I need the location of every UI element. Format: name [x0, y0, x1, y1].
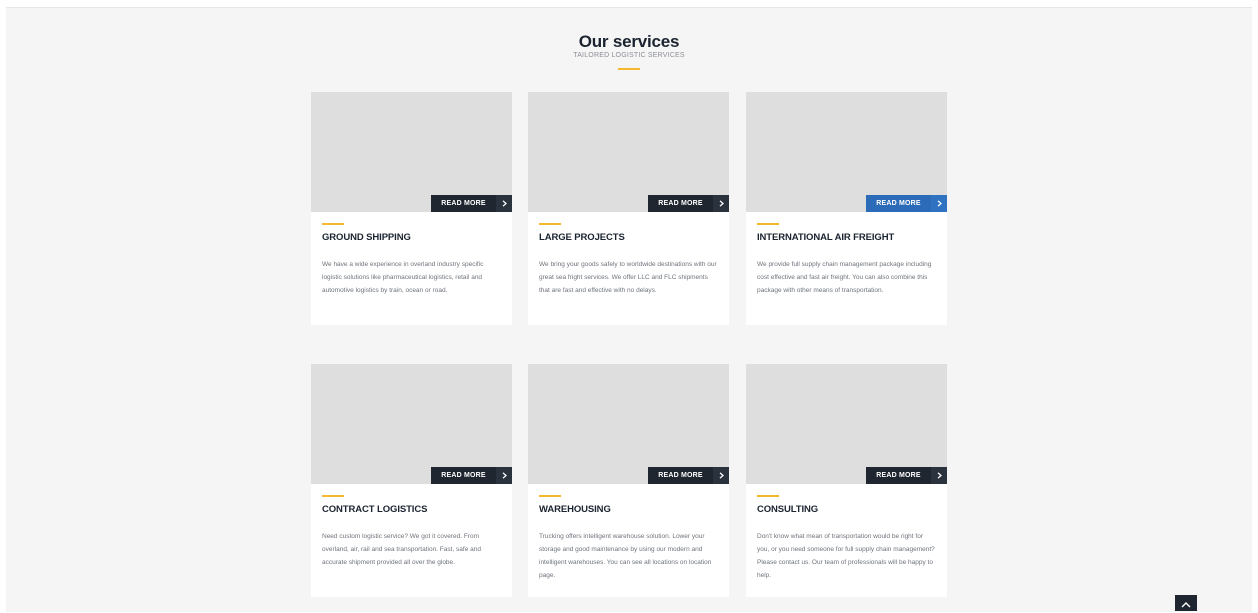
card-accent-line: [757, 223, 779, 225]
chevron-right-icon: [931, 195, 947, 212]
chevron-right-icon: [713, 195, 729, 212]
back-to-top-button[interactable]: [1175, 595, 1197, 611]
service-image-placeholder: READ MORE: [746, 364, 947, 484]
read-more-label: READ MORE: [648, 195, 713, 212]
read-more-label: READ MORE: [431, 195, 496, 212]
read-more-button[interactable]: READ MORE: [866, 467, 947, 484]
service-description: Don't know what mean of transportation w…: [757, 533, 935, 579]
read-more-button[interactable]: READ MORE: [648, 467, 729, 484]
card-accent-line: [322, 495, 344, 497]
card-accent-line: [539, 495, 561, 497]
service-card-ground-shipping: READ MORE GROUND SHIPPING We have a wide…: [311, 92, 512, 325]
service-card-international-air-freight: READ MORE INTERNATIONAL AIR FREIGHT We p…: [746, 92, 947, 325]
chevron-right-icon: [496, 467, 512, 484]
read-more-label: READ MORE: [866, 195, 931, 212]
service-description: Trucking offers intelligent warehouse so…: [539, 533, 712, 579]
title-accent-line: [618, 68, 640, 70]
service-card-large-projects: READ MORE LARGE PROJECTS We bring your g…: [528, 92, 729, 325]
read-more-label: READ MORE: [648, 467, 713, 484]
section-subtitle: TAILORED LOGISTIC SERVICES: [573, 52, 685, 59]
read-more-button[interactable]: READ MORE: [431, 195, 512, 212]
service-title[interactable]: CONTRACT LOGISTICS: [322, 504, 427, 515]
service-title[interactable]: LARGE PROJECTS: [539, 232, 625, 243]
service-description: We have a wide experience in overland in…: [322, 261, 484, 294]
section-title: Our services: [578, 32, 680, 51]
card-accent-line: [539, 223, 561, 225]
service-image-placeholder: READ MORE: [528, 92, 729, 212]
service-title[interactable]: CONSULTING: [757, 504, 818, 515]
read-more-label: READ MORE: [866, 467, 931, 484]
service-card-warehousing: READ MORE WAREHOUSING Trucking offers in…: [528, 364, 729, 597]
service-image-placeholder: READ MORE: [311, 364, 512, 484]
service-card-consulting: READ MORE CONSULTING Don't know what mea…: [746, 364, 947, 597]
chevron-right-icon: [931, 467, 947, 484]
service-title[interactable]: INTERNATIONAL AIR FREIGHT: [757, 232, 894, 243]
service-image-placeholder: READ MORE: [528, 364, 729, 484]
service-image-placeholder: READ MORE: [311, 92, 512, 212]
read-more-button[interactable]: READ MORE: [431, 467, 512, 484]
read-more-label: READ MORE: [431, 467, 496, 484]
chevron-up-icon: [1181, 595, 1191, 613]
service-title[interactable]: WAREHOUSING: [539, 504, 611, 515]
card-accent-line: [322, 223, 344, 225]
read-more-button[interactable]: READ MORE: [648, 195, 729, 212]
service-image-placeholder: READ MORE: [746, 92, 947, 212]
chevron-right-icon: [496, 195, 512, 212]
services-section: Our services TAILORED LOGISTIC SERVICES …: [6, 7, 1252, 612]
chevron-right-icon: [713, 467, 729, 484]
service-description: We provide full supply chain management …: [757, 261, 932, 294]
service-description: Need custom logistic service? We got it …: [322, 533, 481, 566]
read-more-button[interactable]: READ MORE: [866, 195, 947, 212]
service-title[interactable]: GROUND SHIPPING: [322, 232, 411, 243]
service-card-contract-logistics: READ MORE CONTRACT LOGISTICS Need custom…: [311, 364, 512, 597]
card-accent-line: [757, 495, 779, 497]
service-description: We bring your goods safely to worldwide …: [539, 261, 717, 294]
